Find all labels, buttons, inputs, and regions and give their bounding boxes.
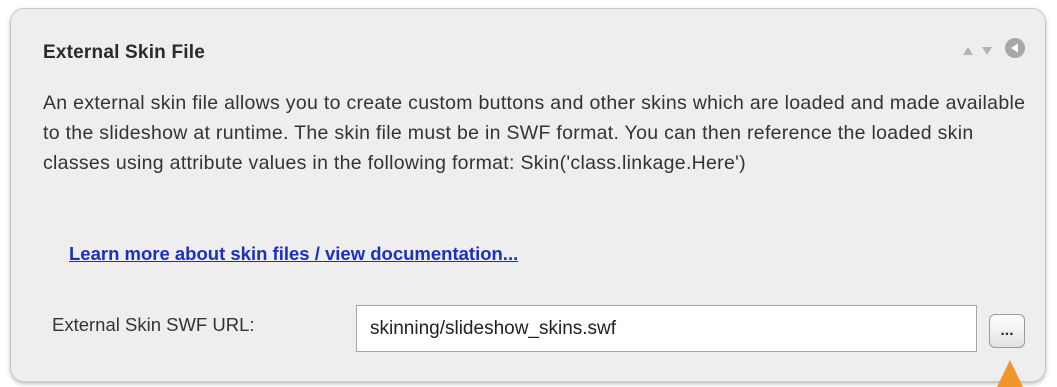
move-up-icon[interactable]: [962, 46, 974, 56]
panel-title: External Skin File: [43, 42, 205, 63]
skin-url-label: External Skin SWF URL:: [52, 314, 255, 335]
skin-url-input[interactable]: [356, 305, 977, 352]
move-down-icon[interactable]: [981, 46, 993, 56]
panel-description: An external skin file allows you to crea…: [43, 92, 1026, 174]
browse-button[interactable]: ...: [989, 314, 1025, 348]
pointer-arrow-icon: [997, 360, 1023, 387]
documentation-link[interactable]: Learn more about skin files / view docum…: [69, 243, 518, 265]
collapse-icon[interactable]: [1004, 37, 1026, 59]
